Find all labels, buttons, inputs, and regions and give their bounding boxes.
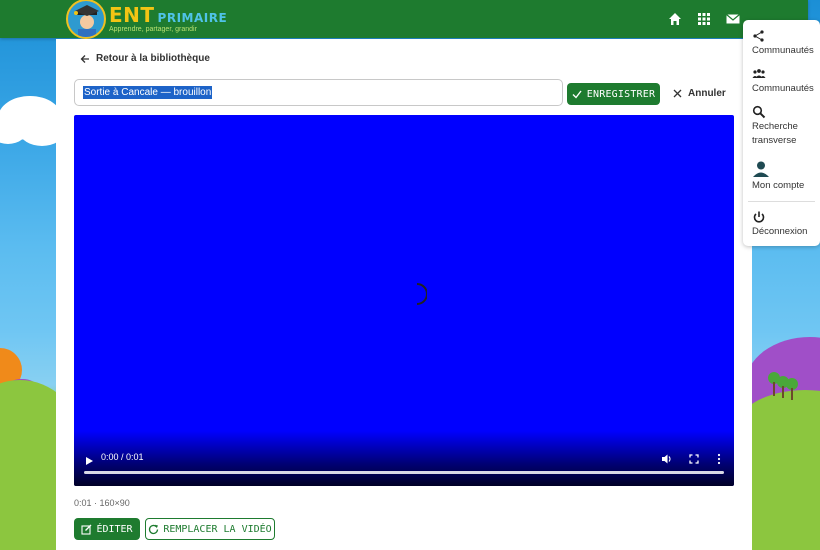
menu-item-label: Déconnexion [752, 226, 808, 237]
volume-icon[interactable] [661, 452, 673, 464]
replace-video-label: REMPLACER LA VIDÉO [163, 523, 272, 535]
cancel-button-label: Annuler [688, 88, 726, 99]
home-icon[interactable] [668, 12, 682, 26]
arrow-left-icon [80, 54, 89, 63]
search-icon [752, 105, 766, 119]
hill-left-decoration [0, 348, 60, 550]
close-icon [673, 89, 682, 98]
replace-video-button[interactable]: REMPLACER LA VIDÉO [145, 518, 275, 540]
menu-item-mon-compte[interactable]: Mon compte [752, 160, 804, 193]
video-title-input[interactable]: Sortie à Cancale — brouillon [74, 79, 563, 106]
menu-item-label: Recherche transverse [752, 121, 798, 146]
menu-item-deconnexion[interactable]: Déconnexion [752, 210, 807, 239]
cancel-button[interactable]: Annuler [673, 88, 726, 99]
groups-icon [752, 67, 766, 81]
menu-divider [748, 201, 815, 202]
hill-right-decoration [750, 337, 820, 550]
ent-logo[interactable]: ENT PRIMAIRE Apprendre, partager, grandir [66, 0, 228, 39]
play-icon[interactable] [84, 453, 94, 465]
video-time-display: 0:00 / 0:01 [101, 452, 144, 462]
menu-item-recherche-transverse[interactable]: Recherche transverse [752, 105, 816, 148]
menu-item-label: Communautés [752, 83, 814, 94]
menu-item-label: Communautés [752, 45, 814, 56]
refresh-icon [149, 524, 159, 534]
video-player[interactable]: 0:00 / 0:01 [74, 115, 734, 486]
back-link-label: Retour à la bibliothèque [96, 53, 210, 64]
back-to-library-link[interactable]: Retour à la bibliothèque [80, 53, 210, 64]
video-editor-panel: Retour à la bibliothèque Sortie à Cancal… [56, 39, 752, 550]
share-icon [752, 29, 766, 43]
power-icon [752, 210, 766, 224]
side-menu: Communautés Communautés Recherche transv… [743, 20, 820, 246]
menu-item-communautes-groups[interactable]: Communautés [752, 67, 814, 96]
account-icon [752, 160, 770, 178]
logo-tagline: Apprendre, partager, grandir [109, 26, 197, 33]
save-button-label: ENREGISTRER [586, 88, 656, 100]
video-metadata: 0:01 · 160×90 [74, 498, 130, 508]
title-input-value: Sortie à Cancale — brouillon [83, 86, 213, 99]
menu-item-communautes-share[interactable]: Communautés [752, 29, 814, 58]
video-controls: 0:00 / 0:01 [74, 446, 734, 486]
logo-main-text: ENT [109, 3, 155, 27]
mail-icon[interactable] [726, 12, 740, 26]
loading-spinner-icon [416, 283, 427, 305]
edit-button-label: ÉDITER [96, 523, 133, 535]
logo-mascot-icon [66, 0, 106, 39]
fullscreen-icon[interactable] [688, 452, 700, 464]
video-progress-bar[interactable] [84, 471, 724, 474]
more-options-icon[interactable] [716, 452, 722, 465]
menu-item-label: Mon compte [752, 180, 805, 191]
logo-sub-text: PRIMAIRE [157, 11, 228, 25]
check-icon [572, 90, 582, 99]
apps-grid-icon[interactable] [697, 12, 711, 26]
top-bar: ENT PRIMAIRE Apprendre, partager, grandir [0, 0, 808, 39]
edit-button[interactable]: ÉDITER [74, 518, 140, 540]
save-button[interactable]: ENREGISTRER [567, 83, 660, 105]
edit-icon [81, 524, 92, 535]
cloud-decoration [0, 96, 60, 146]
